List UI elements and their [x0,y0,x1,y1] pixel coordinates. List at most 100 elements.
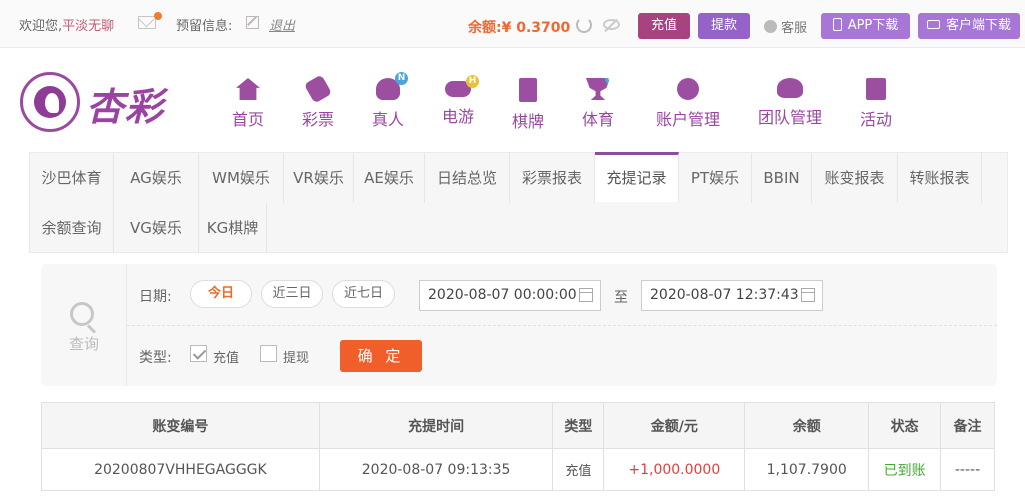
nav-label: 活动 [859,110,892,129]
table-body: 20200807VHHEGAGGGK 2020-08-07 09:13:35 充值 +… [41,448,995,491]
nav-item[interactable]: N 体育 [562,78,634,130]
table-cell: +1,000.0000 [603,448,746,491]
table-cell: 已到账 [868,448,942,491]
hide-balance-icon[interactable] [603,19,620,30]
recharge-checkbox-label: 充值 [213,351,240,366]
tab[interactable]: 余额查询 [30,203,114,253]
brand-logo-text[interactable]: 杏彩 [86,76,164,131]
query-label: 查询 [68,335,99,353]
calendar-icon[interactable] [801,288,815,302]
nav-item[interactable]: 彩票 [282,74,354,130]
nav-label: 彩票 [301,110,334,129]
confirm-button[interactable]: 确 定 [340,340,422,372]
refresh-icon[interactable] [576,17,592,33]
range-today-pill[interactable]: 今日 [190,280,252,308]
end-date-value: 2020-08-07 12:37:43 [650,287,799,303]
withdraw-checkbox[interactable] [260,345,277,362]
home-icon [236,78,260,100]
report-tabs: 沙巴体育 AG娱乐 WM娱乐 VR娱乐 AE娱乐 日结总览 彩票报表 充提记录 PT娱乐 BBIN… [29,152,1008,253]
phone-icon [832,18,842,31]
range-three-days-pill[interactable]: 近三日 [261,280,323,308]
tab[interactable]: AE娱乐 [354,153,425,203]
withdraw-checkbox-label: 提现 [283,351,310,366]
column-header: 账变编号 [41,402,320,449]
unread-dot [154,12,162,20]
divider [127,325,997,326]
top-bar: 欢迎您,平淡无聊 预留信息: 退出 余额:¥ 0.3700 充值 提款 客服 A… [0,0,1025,48]
nav-label: 体育 [581,110,614,129]
welcome-label: 欢迎您, [19,19,63,34]
range-to-label: 至 [614,290,628,306]
column-header: 余额 [744,402,870,449]
nav-label: 电游 [441,107,474,126]
username[interactable]: 平淡无聊 [62,19,114,34]
nav-badge: N [395,72,408,85]
nav-item[interactable]: 账户管理 [648,78,728,130]
playing-cards-icon [519,78,537,102]
nav-label: 账户管理 [655,110,720,129]
calendar-icon[interactable] [579,288,593,302]
column-header: 类型 [552,402,605,449]
nav-label: 团队管理 [757,108,822,127]
nav-item[interactable]: 棋牌 [492,78,564,132]
logo-emblem-icon[interactable] [20,72,80,132]
trophy-icon: N [586,78,610,100]
nav-item[interactable]: 活动 [840,78,912,130]
search-icon [70,302,94,326]
lottery-ticket-icon [303,74,333,104]
welcome-text: 欢迎您,平淡无聊 [19,15,114,34]
records-table: 账变编号 充提时间 类型 金额/元 余额 状态 备注 20200807VHHEGAGGGK 2… [41,402,995,491]
withdraw-button[interactable]: 提款 [698,13,750,39]
customer-service-link[interactable]: 客服 [764,17,807,36]
gift-icon [866,78,886,100]
app-download-button[interactable]: APP下载 [821,13,910,39]
client-download-button[interactable]: 客户端下载 [918,13,1020,39]
recharge-button[interactable]: 充值 [638,13,690,39]
nav-label: 真人 [371,110,404,129]
client-download-label: 客户端下载 [945,18,1011,33]
tab[interactable]: KG棋牌 [199,203,267,253]
table-cell: 1,107.7900 [744,448,870,491]
gamepad-icon: H [445,75,479,97]
tab[interactable]: 日结总览 [425,153,510,203]
range-seven-days-pill[interactable]: 近七日 [332,280,395,308]
mail-icon[interactable] [138,16,156,29]
nav-label: 首页 [231,110,264,129]
table-cell: ----- [940,448,995,491]
balance-label: 余额: [468,20,502,36]
table-cell: 充值 [552,448,605,491]
start-date-input[interactable]: 2020-08-07 00:00:00 [419,280,601,311]
logout-link[interactable]: 退出 [269,15,295,34]
tab[interactable]: BBIN [752,153,812,203]
tab[interactable]: AG娱乐 [114,153,199,203]
date-label: 日期: [139,289,172,305]
query-button[interactable]: 查询 [41,264,127,386]
balance: 余额:¥ 0.3700 [468,17,570,37]
monitor-icon [926,20,940,29]
tab[interactable]: 彩票报表 [510,153,595,203]
tab[interactable]: WM娱乐 [199,153,284,203]
tab[interactable]: 转账报表 [898,153,982,203]
type-label: 类型: [139,350,172,366]
tab[interactable]: VR娱乐 [284,153,354,203]
nav-item[interactable]: N 真人 [352,72,424,130]
service-label: 客服 [781,21,808,36]
column-header: 状态 [868,402,942,449]
table-cell: 20200807VHHEGAGGGK [41,448,320,491]
yen-coin-icon [677,78,699,100]
tab[interactable]: 账变报表 [812,153,898,203]
tab[interactable]: 充提记录 [595,152,679,202]
tab[interactable]: VG娱乐 [114,203,199,253]
tab[interactable]: PT娱乐 [679,153,752,203]
app-download-label: APP下载 [847,18,899,33]
start-date-value: 2020-08-07 00:00:00 [428,287,577,303]
end-date-input[interactable]: 2020-08-07 12:37:43 [641,280,823,311]
edit-icon[interactable] [246,16,259,29]
tab[interactable]: 沙巴体育 [30,153,114,203]
recharge-checkbox[interactable] [190,345,207,362]
nav-item[interactable]: 首页 [212,78,284,130]
table-row: 20200807VHHEGAGGGK 2020-08-07 09:13:35 充值 +… [41,448,995,491]
table-cell: 2020-08-07 09:13:35 [318,448,554,491]
nav-item[interactable]: H 电游 [422,75,494,127]
nav-item[interactable]: 团队管理 [752,78,828,128]
